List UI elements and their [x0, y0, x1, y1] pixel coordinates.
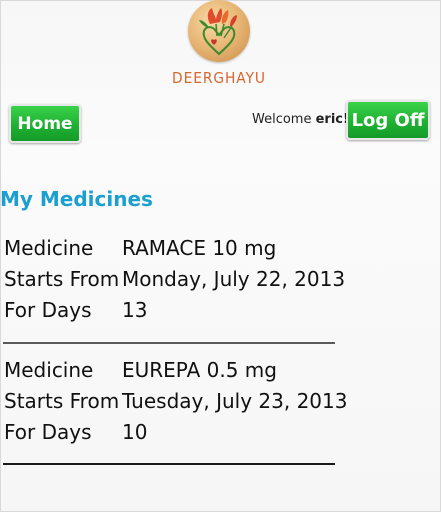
welcome-message: Welcome eric!: [252, 112, 349, 127]
medicine-value: RAMACE 10 mg: [122, 236, 277, 260]
flower-heart-logo-icon: [188, 0, 250, 62]
medicine-label: Medicine: [4, 358, 94, 382]
medicine-label: Medicine: [4, 236, 94, 260]
home-button[interactable]: Home: [9, 104, 81, 143]
starts-from-label: Starts From: [4, 389, 120, 413]
starts-from-label: Starts From: [4, 267, 120, 291]
username: eric!: [315, 112, 349, 127]
for-days-label: For Days: [4, 420, 92, 444]
entry-divider: [3, 463, 335, 465]
page-title: My Medicines: [0, 187, 153, 211]
log-off-button[interactable]: Log Off: [346, 100, 430, 140]
medicine-value: EUREPA 0.5 mg: [122, 358, 277, 382]
for-days-label: For Days: [4, 298, 92, 322]
for-days-value: 13: [122, 298, 148, 322]
starts-from-value: Monday, July 22, 2013: [122, 267, 346, 291]
header-logo-area: DEERGHAYU: [0, 0, 441, 92]
welcome-prefix: Welcome: [252, 112, 312, 127]
entry-divider: [3, 342, 335, 344]
brand-name: DEERGHAYU: [172, 69, 266, 87]
starts-from-value: Tuesday, July 23, 2013: [122, 389, 348, 413]
for-days-value: 10: [122, 420, 148, 444]
